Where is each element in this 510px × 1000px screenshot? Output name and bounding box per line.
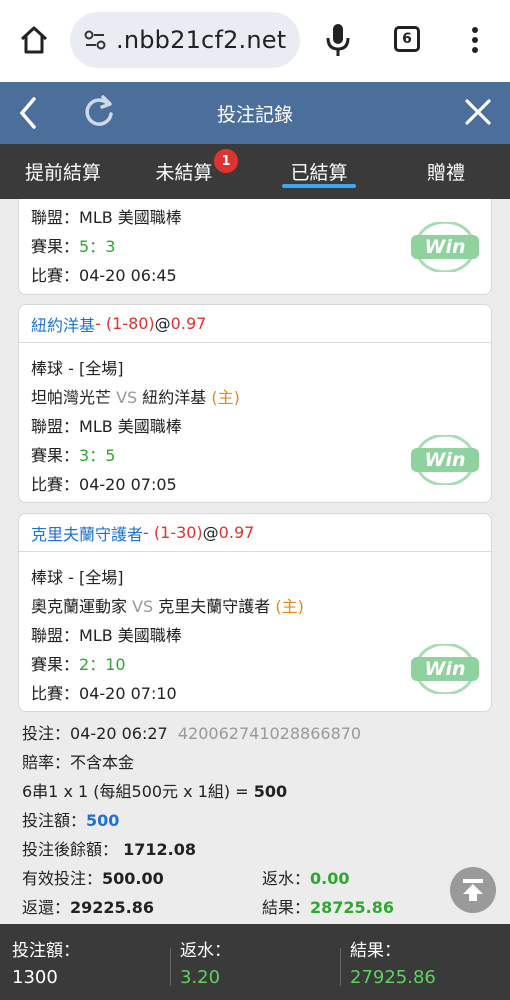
league-row: 聯盟：MLB 美國職棒 [31,626,182,645]
result-amount-row: 結果：28725.86 [262,898,395,917]
divider [340,948,341,986]
back-arrow-icon[interactable] [14,95,44,131]
bet-id: 420062741028866870 [177,724,362,743]
microphone-icon[interactable] [324,22,352,58]
pick-header: 克里夫蘭守護者 - (1-30) @ 0.97 [19,514,491,552]
win-stamp-icon: Win [409,433,481,487]
url-text: .nbb21cf2.net [116,26,287,54]
address-bar[interactable]: .nbb21cf2.net [70,12,300,68]
matchup-row: 坦帕灣光芒 VS 紐約洋基 (主) [31,388,240,407]
bet-leg-card: 聯盟：MLB 美國職棒 賽果：5：3 比賽：04-20 06:45 Win [18,199,492,295]
refresh-icon[interactable] [82,94,116,130]
tab-settled[interactable]: 已結算 [276,144,362,199]
divider [170,948,171,986]
arrow-up-icon [463,879,483,901]
win-stamp-icon: Win [409,642,481,696]
result-row: 賽果：5：3 [31,237,116,256]
tab-early-settlement[interactable]: 提前結算 [10,144,116,199]
app-header: 投注記錄 [0,82,510,144]
tab-bar: 提前結算 未結算 1 已結算 贈禮 [0,144,510,199]
match-time-row: 比賽：04-20 07:10 [31,684,177,703]
svg-text:Win: Win [425,236,466,258]
pick-team: 克里夫蘭守護者 [31,524,144,544]
more-menu-icon[interactable] [466,24,484,56]
totals-footer: 投注額： 1300 返水： 3.20 結果： 27925.86 [0,924,510,1000]
combo-row: 6串1 x 1 (每組500元 x 1組) = 500 [22,782,288,801]
result-row: 賽果：3：5 [31,446,116,465]
odds-type-row: 賠率：不含本金 [22,753,135,772]
pick-header: 紐約洋基 - (1-80) @ 0.97 [19,305,491,343]
close-icon[interactable] [462,96,494,128]
tab-gifts[interactable]: 贈禮 [412,144,480,199]
match-score: 5：3 [79,237,116,256]
home-icon[interactable] [18,24,50,56]
tab-switcher-button[interactable]: 6 [394,26,420,52]
scroll-to-top-button[interactable] [450,867,496,913]
site-settings-icon[interactable] [82,27,108,53]
match-time-row: 比賽：04-20 06:45 [31,266,177,285]
bet-leg-card: 紐約洋基 - (1-80) @ 0.97 棒球 - [全場] 坦帕灣光芒 VS … [18,304,492,503]
pick-handicap: - (1-30) [143,523,203,542]
win-stamp-icon: Win [409,220,481,274]
match-score: 3：5 [79,446,116,465]
page-title: 投注記錄 [216,103,293,126]
pick-odds: 0.97 [218,523,255,542]
sport-row: 棒球 - [全場] [31,568,124,587]
tab-unsettled[interactable]: 未結算 [142,144,226,199]
rebate-row: 返水：0.00 [262,869,350,888]
footer-bet-total: 投注額： 1300 [12,941,80,988]
svg-text:Win: Win [425,449,466,471]
result-row: 賽果：2：10 [31,655,126,674]
footer-result-total: 結果： 27925.86 [350,941,436,988]
sport-row: 棒球 - [全場] [31,359,124,378]
footer-rebate-total: 返水： 3.20 [180,941,231,988]
return-row: 返還：29225.86 [22,898,155,917]
pick-team: 紐約洋基 [31,315,96,335]
bet-amount-row: 投注額：500 [22,811,120,830]
active-tab-indicator [282,184,356,188]
league-row: 聯盟：MLB 美國職棒 [31,208,182,227]
pick-handicap: - (1-80) [95,314,155,333]
league-row: 聯盟：MLB 美國職棒 [31,417,182,436]
browser-toolbar: .nbb21cf2.net 6 [0,0,510,82]
valid-bet-row: 有效投注：500.00 [22,869,164,888]
bet-record-list[interactable]: 聯盟：MLB 美國職棒 賽果：5：3 比賽：04-20 06:45 Win 紐約… [0,199,510,924]
bet-time-row: 投注：04-20 06:27 420062741028866870 [22,724,362,743]
match-score: 2：10 [79,655,126,674]
bet-leg-card: 克里夫蘭守護者 - (1-30) @ 0.97 棒球 - [全場] 奧克蘭運動家… [18,513,492,712]
tab-count: 6 [402,31,412,47]
unsettled-count-badge: 1 [214,149,238,173]
svg-text:Win: Win [425,658,466,680]
match-time-row: 比賽：04-20 07:05 [31,475,177,494]
pick-odds: 0.97 [170,314,207,333]
matchup-row: 奧克蘭運動家 VS 克里夫蘭守護者 (主) [31,597,304,616]
balance-after-row: 投注後餘額： 1712.08 [22,840,196,859]
